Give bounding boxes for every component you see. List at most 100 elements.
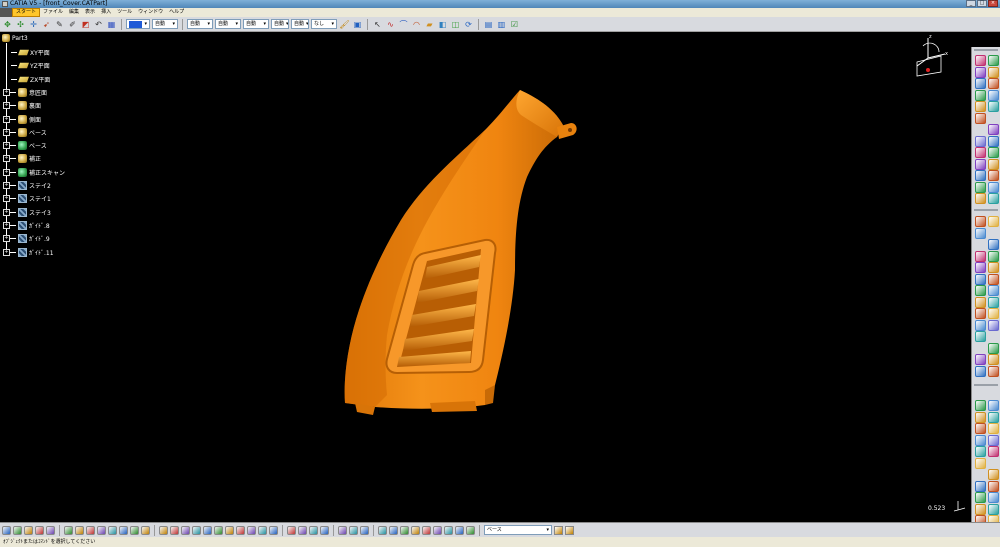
menu-insert[interactable]: 挿入: [98, 8, 114, 17]
pencil-icon[interactable]: ✎: [54, 19, 65, 30]
3d-part-model[interactable]: [335, 85, 585, 445]
offset-icon[interactable]: ◫: [450, 19, 461, 30]
fill-icon[interactable]: [975, 411, 986, 423]
revolve-icon[interactable]: [975, 273, 986, 285]
fill-icon[interactable]: [988, 89, 999, 101]
cut-icon[interactable]: [108, 525, 117, 535]
mirror-icon[interactable]: [24, 525, 33, 535]
join-icon[interactable]: [975, 135, 986, 147]
formula-icon[interactable]: [287, 525, 296, 535]
boolean-icon[interactable]: [433, 525, 442, 535]
extrude-icon[interactable]: [988, 147, 999, 158]
fit-all-icon[interactable]: [170, 525, 179, 535]
split-icon[interactable]: [988, 319, 999, 331]
expand-toggle-icon[interactable]: +: [3, 115, 10, 123]
split-icon[interactable]: [975, 446, 986, 457]
tree-item[interactable]: YZ平面: [2, 59, 50, 72]
extrude-icon[interactable]: [988, 342, 999, 354]
extrude-icon[interactable]: [988, 250, 999, 262]
expand-toggle-icon[interactable]: +: [3, 195, 10, 203]
sweep-icon[interactable]: [975, 492, 986, 503]
sweep-icon[interactable]: [988, 480, 999, 492]
move-icon[interactable]: [2, 525, 11, 535]
undo-icon[interactable]: ↶: [93, 19, 104, 30]
zoom-out-icon[interactable]: [214, 525, 223, 535]
extrude-icon[interactable]: [975, 262, 986, 273]
offset-icon[interactable]: [975, 434, 986, 446]
iso-view-icon[interactable]: [236, 525, 245, 535]
fill-icon[interactable]: [975, 296, 986, 308]
fill-icon[interactable]: [988, 492, 999, 503]
sweep-icon[interactable]: [988, 170, 999, 181]
expand-toggle-icon[interactable]: +: [3, 182, 10, 189]
new-icon[interactable]: [64, 525, 73, 535]
sketch-icon[interactable]: [378, 525, 387, 535]
sweep-icon[interactable]: [988, 365, 999, 377]
compass-move-icon[interactable]: ✣: [15, 19, 26, 30]
menu-start[interactable]: スタート: [12, 8, 41, 17]
expand-toggle-icon[interactable]: +: [3, 208, 10, 216]
blend-icon[interactable]: [988, 101, 999, 112]
fill-icon[interactable]: [988, 400, 999, 411]
offset-icon[interactable]: [975, 227, 986, 239]
print-icon[interactable]: [97, 525, 106, 535]
expand-toggle-icon[interactable]: +: [3, 221, 10, 229]
tree-item[interactable]: + 裏面: [2, 99, 41, 112]
fill-icon[interactable]: [988, 181, 999, 193]
sweep-icon[interactable]: ◠: [411, 19, 422, 30]
table-icon[interactable]: [320, 525, 329, 535]
revolve-icon[interactable]: [988, 262, 999, 273]
revolve-icon[interactable]: [988, 469, 999, 480]
help-icon[interactable]: [141, 525, 150, 535]
linetype-select[interactable]: 自動 ▾: [215, 19, 241, 29]
sweep-icon[interactable]: [975, 181, 986, 193]
tree-item[interactable]: + ベース: [2, 139, 47, 152]
linewidth-select[interactable]: 自動 ▾: [187, 19, 213, 29]
trim-icon[interactable]: [975, 457, 986, 469]
catia-logo-icon[interactable]: [0, 8, 12, 17]
tree-item[interactable]: + 補正スキャン: [2, 166, 65, 179]
expand-toggle-icon[interactable]: +: [3, 248, 10, 256]
menu-window[interactable]: ウィンドウ: [135, 8, 166, 17]
revolve-icon[interactable]: [975, 170, 986, 181]
swap-icon[interactable]: [269, 525, 278, 535]
menu-file[interactable]: ファイル: [40, 8, 66, 17]
surface-icon[interactable]: [975, 55, 986, 66]
spline-icon[interactable]: ∿: [385, 19, 396, 30]
layer-select[interactable]: 自動 ▾: [271, 19, 289, 29]
none-select[interactable]: なし ▾: [311, 19, 337, 29]
split-icon[interactable]: [988, 434, 999, 446]
normal-view-icon[interactable]: [225, 525, 234, 535]
extrude-icon[interactable]: [988, 55, 999, 66]
compass-widget[interactable]: z x: [905, 32, 950, 80]
fill-icon[interactable]: [975, 101, 986, 112]
tree-item[interactable]: XY平面: [2, 46, 50, 59]
surface-icon[interactable]: [975, 147, 986, 158]
revolve-icon[interactable]: [988, 66, 999, 78]
expand-toggle-icon[interactable]: +: [3, 168, 10, 176]
measure-icon[interactable]: [338, 525, 347, 535]
rotate-view-icon[interactable]: [192, 525, 201, 535]
tree-item[interactable]: + ｶﾞｲﾄﾞ.11: [2, 246, 54, 259]
properties-icon[interactable]: ▣: [352, 19, 363, 30]
fly-icon[interactable]: ➹: [41, 19, 52, 30]
revolve-icon[interactable]: [975, 78, 986, 89]
offset-icon[interactable]: [988, 308, 999, 319]
curve-icon[interactable]: ⌒: [398, 19, 409, 30]
grid-icon[interactable]: ▤: [483, 19, 494, 30]
surface-icon[interactable]: [975, 250, 986, 262]
circle-icon[interactable]: [466, 525, 475, 535]
revolve-icon[interactable]: [975, 480, 986, 492]
blend-icon[interactable]: [975, 308, 986, 319]
tree-item[interactable]: + ベース: [2, 126, 47, 139]
split-icon[interactable]: [975, 331, 986, 342]
blend-icon[interactable]: [988, 503, 999, 515]
sweep-icon[interactable]: [988, 78, 999, 89]
color-select[interactable]: ▾: [126, 19, 150, 29]
analysis-icon[interactable]: [360, 525, 369, 535]
blend-icon[interactable]: [975, 216, 986, 227]
tree-root[interactable]: Part3: [2, 33, 28, 43]
point-select[interactable]: 自動 ▾: [243, 19, 269, 29]
paste-icon[interactable]: [130, 525, 139, 535]
sweep-icon[interactable]: [988, 273, 999, 285]
